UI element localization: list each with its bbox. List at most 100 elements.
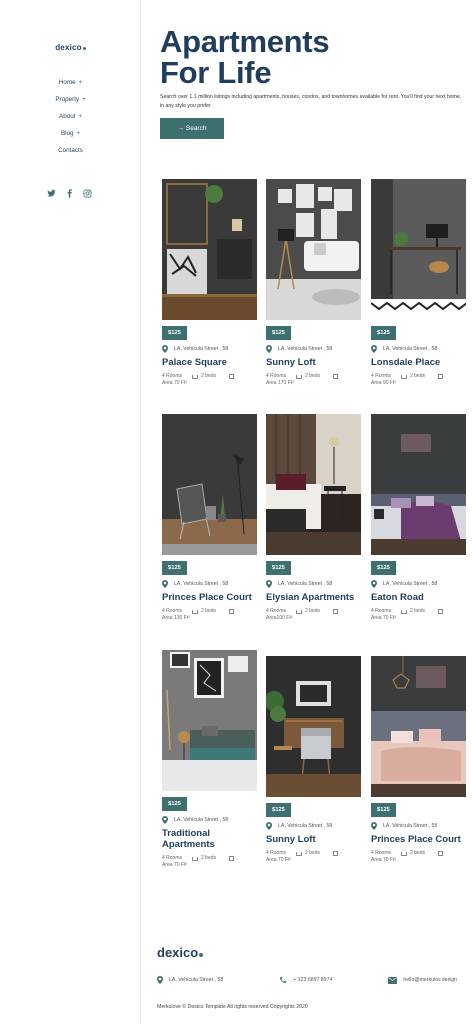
listing-location: LA, Vehicula Street , 58: [371, 345, 466, 353]
rooms-count: 4 Rooms: [371, 373, 392, 379]
bed-icon: [401, 851, 407, 856]
search-button[interactable]: → Search: [160, 118, 224, 139]
price-badge: $125: [371, 326, 396, 340]
rooms-count: 4 Rooms: [162, 373, 183, 379]
listing-photo[interactable]: [371, 656, 466, 797]
footer-phone[interactable]: + 123 6897 8974: [279, 976, 332, 984]
listing-meta: 4 Rooms 2 beds: [266, 850, 361, 857]
listing-card[interactable]: $125 LA, Vehicula Street , 58 Sunny Loft…: [266, 656, 361, 864]
listing-area: Area 70 Ft²: [162, 380, 188, 386]
map-pin-icon: [162, 580, 168, 588]
listing-card[interactable]: $125 LA, Vehicula Street , 58 Eaton Road…: [371, 414, 466, 622]
listing-meta: 4 Rooms 2 beds: [371, 608, 466, 615]
nav-item-contacts[interactable]: Contacts: [0, 147, 141, 164]
nav-item-blog[interactable]: Blog +: [0, 130, 141, 147]
listing-card[interactable]: $125 LA, Vehicula Street , 58 Princes Pl…: [371, 656, 466, 864]
twitter-icon[interactable]: [47, 185, 56, 197]
facebook-icon[interactable]: [65, 185, 74, 198]
listing-area: Area 70 Ft²: [266, 857, 292, 863]
phone-icon: [280, 977, 287, 983]
map-pin-icon: [371, 345, 377, 353]
rooms-count: 4 Rooms: [266, 373, 287, 379]
nav-item-home[interactable]: Home +: [0, 79, 141, 96]
listing-location: LA, Vehicula Street , 58: [371, 580, 466, 588]
listing-card[interactable]: $125 LA, Vehicula Street , 58 Palace Squ…: [162, 179, 257, 387]
listing-meta: 4 Rooms 2 beds: [266, 373, 361, 380]
beds-count: 2 beds: [192, 373, 229, 380]
listing-location: LA, Vehicula Street , 58: [266, 580, 361, 588]
area-icon: [438, 374, 443, 379]
price-badge: $125: [266, 803, 291, 817]
bed-icon: [192, 609, 198, 614]
footer-logo[interactable]: dexico: [157, 945, 204, 960]
map-pin-icon: [162, 345, 168, 353]
map-pin-icon: [266, 822, 272, 830]
listing-area: Area 90 Ft²: [371, 380, 397, 386]
rooms-count: 4 Rooms: [371, 850, 392, 856]
listing-meta: 4 Rooms 2 beds: [162, 855, 257, 862]
listing-title[interactable]: Lonsdale Place: [371, 357, 466, 368]
listing-meta: 4 Rooms 2 beds: [371, 373, 466, 380]
listing-photo[interactable]: [162, 650, 257, 791]
nav-item-property[interactable]: Property +: [0, 96, 141, 113]
hero-title: Apartments For Life: [160, 24, 330, 90]
listing-photo[interactable]: [371, 179, 466, 320]
listing-photo[interactable]: [162, 414, 257, 555]
listing-area: Area 130 Ft²: [162, 615, 190, 621]
listing-title[interactable]: Traditional Apartments: [162, 828, 257, 850]
area-icon: [438, 851, 443, 856]
bed-icon: [401, 609, 407, 614]
listing-photo[interactable]: [266, 414, 361, 555]
footer-email[interactable]: hello@merkulov.design: [388, 976, 457, 984]
listing-card[interactable]: $125 LA, Vehicula Street , 58 Princes Pl…: [162, 414, 257, 622]
listing-title[interactable]: Princes Place Court: [371, 834, 466, 845]
bed-icon: [401, 374, 407, 379]
hero-description: Search over 1.1 million listings includi…: [160, 94, 462, 109]
footer-contacts: LA, Vehicula Street , 58 + 123 6897 8974…: [157, 976, 457, 984]
bed-icon: [296, 609, 302, 614]
beds-count: 2 beds: [192, 855, 229, 862]
mail-icon: [388, 976, 398, 984]
sidebar-logo[interactable]: dexico: [0, 43, 141, 52]
nav-item-about[interactable]: About +: [0, 113, 141, 130]
area-icon: [229, 609, 234, 614]
listing-area: Area 70 Ft²: [371, 857, 397, 863]
rooms-count: 4 Rooms: [266, 608, 287, 614]
listing-meta: 4 Rooms 2 beds: [162, 373, 257, 380]
listing-card[interactable]: $125 LA, Vehicula Street , 58 Traditiona…: [162, 650, 257, 869]
listing-title[interactable]: Eaton Road: [371, 592, 466, 603]
price-badge: $125: [162, 326, 187, 340]
listing-area: Area100 Ft²: [266, 615, 293, 621]
bed-icon: [296, 374, 302, 379]
listing-card[interactable]: $125 LA, Vehicula Street , 58 Sunny Loft…: [266, 179, 361, 387]
area-icon: [438, 609, 443, 614]
listing-location: LA, Vehicula Street , 58: [266, 822, 361, 830]
map-pin-icon: [371, 580, 377, 588]
listing-title[interactable]: Elysian Apartments: [266, 592, 361, 603]
listing-title[interactable]: Sunny Loft: [266, 834, 361, 845]
beds-count: 2 beds: [401, 850, 438, 857]
rooms-count: 4 Rooms: [266, 850, 287, 856]
listing-photo[interactable]: [162, 179, 257, 320]
bed-icon: [192, 374, 198, 379]
map-pin-icon: [157, 976, 163, 984]
area-icon: [229, 856, 234, 861]
listing-photo[interactable]: [266, 656, 361, 797]
price-badge: $125: [371, 803, 396, 817]
rooms-count: 4 Rooms: [371, 608, 392, 614]
instagram-icon[interactable]: [83, 185, 92, 198]
listing-photo[interactable]: [371, 414, 466, 555]
map-pin-icon: [371, 822, 377, 830]
map-pin-icon: [162, 816, 168, 824]
social-links: [47, 185, 92, 198]
listing-card[interactable]: $125 LA, Vehicula Street , 58 Lonsdale P…: [371, 179, 466, 387]
listing-card[interactable]: $125 LA, Vehicula Street , 58 Elysian Ap…: [266, 414, 361, 622]
map-pin-icon: [266, 345, 272, 353]
listing-location: LA, Vehicula Street , 58: [371, 822, 466, 830]
listing-title[interactable]: Palace Square: [162, 357, 257, 368]
listing-title[interactable]: Sunny Loft: [266, 357, 361, 368]
price-badge: $125: [162, 561, 187, 575]
price-badge: $125: [162, 797, 187, 811]
listing-photo[interactable]: [266, 179, 361, 320]
listing-title[interactable]: Princes Place Court: [162, 592, 257, 603]
